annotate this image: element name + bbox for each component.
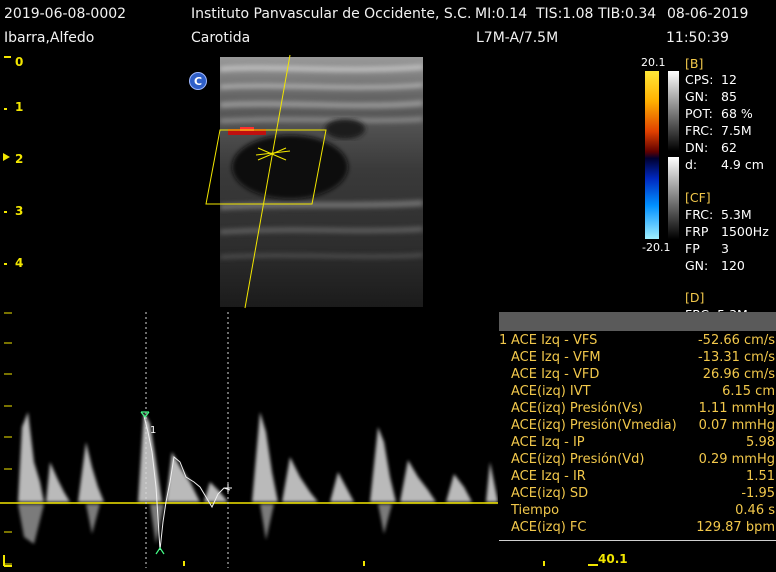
color-scale-max: 20.1 <box>641 56 666 69</box>
measurement-value: 1.51 <box>746 469 775 484</box>
time-scale <box>3 555 598 567</box>
measurement-label: Tiempo <box>511 503 560 518</box>
color-scale-min: -20.1 <box>642 241 671 254</box>
param-value: 62 <box>721 140 737 155</box>
measurement-row[interactable]: ACE Izq - IP 5.98 <box>511 435 775 452</box>
measurement-value: 1.11 mmHg <box>698 401 775 416</box>
measurement-panel-divider <box>499 540 776 541</box>
measurement-panel-header <box>499 312 776 331</box>
measurement-index: 1 <box>499 333 508 348</box>
measurement-row[interactable]: ACE Izq - IR 1.51 <box>511 469 775 486</box>
doppler-section-label: [D] <box>685 290 705 305</box>
b-mode-section-label: [B] <box>685 56 704 71</box>
measurement-label: ACE(izq) IVT <box>511 384 591 399</box>
param-value: 3 <box>721 241 729 256</box>
param-key: FRC: <box>685 207 714 222</box>
measurement-label: ACE Izq - IP <box>511 435 585 450</box>
measurement-label: ACE Izq - VFM <box>511 350 601 365</box>
param-value: 68 % <box>721 106 753 121</box>
param-key: CPS: <box>685 72 714 87</box>
measurement-label: ACE(izq) Presión(Vs) <box>511 401 643 416</box>
measurement-row[interactable]: ACE(izq) Presión(Vd) 0.29 mmHg <box>511 452 775 469</box>
param-value: 5.3M <box>721 207 752 222</box>
measurement-value: 26.96 cm/s <box>702 367 775 382</box>
measurement-value: -1.95 <box>741 486 775 501</box>
param-key: d: <box>685 157 698 172</box>
param-key: FP <box>685 241 700 256</box>
measurement-value: -52.66 cm/s <box>697 333 775 348</box>
measurement-label: ACE Izq - IR <box>511 469 586 484</box>
measurement-row[interactable]: ACE(izq) Presión(Vmedia) 0.07 mmHg <box>511 418 775 435</box>
param-value: 7.5M <box>721 123 752 138</box>
measurement-label: ACE(izq) Presión(Vd) <box>511 452 645 467</box>
grayscale-bar-color <box>668 157 679 239</box>
measurement-row[interactable]: Tiempo 0.46 s <box>511 503 775 520</box>
measurement-label: ACE Izq - VFS <box>511 333 598 348</box>
measurement-value: 5.98 <box>746 435 775 450</box>
measurement-row[interactable]: ACE(izq) IVT 6.15 cm <box>511 384 775 401</box>
measurement-row[interactable]: ACE Izq - VFD 26.96 cm/s <box>511 367 775 384</box>
measurement-value: 0.07 mmHg <box>698 418 775 433</box>
measurement-panel: 1 ACE Izq - VFS -52.66 cm/s ACE Izq - VFM… <box>499 333 776 541</box>
measurement-label: ACE(izq) SD <box>511 486 589 501</box>
measurement-label: ACE(izq) FC <box>511 520 587 535</box>
color-flow-section-label: [CF] <box>685 190 711 205</box>
grayscale-bar <box>668 71 679 151</box>
measurement-value: 0.29 mmHg <box>698 452 775 467</box>
param-value: 120 <box>721 258 745 273</box>
param-key: POT: <box>685 106 713 121</box>
doppler-scale-value: 40.1 <box>598 552 628 566</box>
param-key: GN: <box>685 258 709 273</box>
color-velocity-bar <box>645 71 659 239</box>
spectral-doppler-trace[interactable]: 1 <box>0 312 498 568</box>
param-key: FRC: <box>685 123 714 138</box>
param-key: GN: <box>685 89 709 104</box>
param-value: 1500Hz <box>721 224 769 239</box>
b-mode-params: CPS: 12 GN: 85 POT: 68 % FRC: 7.5M DN: 62 d: 4… <box>685 72 775 174</box>
measurement-label: ACE Izq - VFD <box>511 367 600 382</box>
measurement-row[interactable]: ACE Izq - VFS -52.66 cm/s <box>511 333 775 350</box>
param-value: 12 <box>721 72 737 87</box>
param-value: 4.9 cm <box>721 157 764 172</box>
measurement-row[interactable]: ACE(izq) FC 129.87 bpm <box>511 520 775 537</box>
measurement-label: ACE(izq) Presión(Vmedia) <box>511 418 677 433</box>
measurement-row[interactable]: ACE(izq) SD -1.95 <box>511 486 775 503</box>
color-flow-params: FRC: 5.3M FRP 1500Hz FP 3 GN: 120 <box>685 207 775 275</box>
measurement-value: 129.87 bpm <box>696 520 775 535</box>
measurement-row[interactable]: ACE Izq - VFM -13.31 cm/s <box>511 350 775 367</box>
param-value: 85 <box>721 89 737 104</box>
param-key: DN: <box>685 140 709 155</box>
measurement-row[interactable]: ACE(izq) Presión(Vs) 1.11 mmHg <box>511 401 775 418</box>
param-key: FRP <box>685 224 709 239</box>
measurement-value: -13.31 cm/s <box>697 350 775 365</box>
measurement-value: 0.46 s <box>735 503 775 518</box>
measurement-value: 6.15 cm <box>722 384 775 399</box>
cursor-marker-label: 1 <box>150 425 156 436</box>
